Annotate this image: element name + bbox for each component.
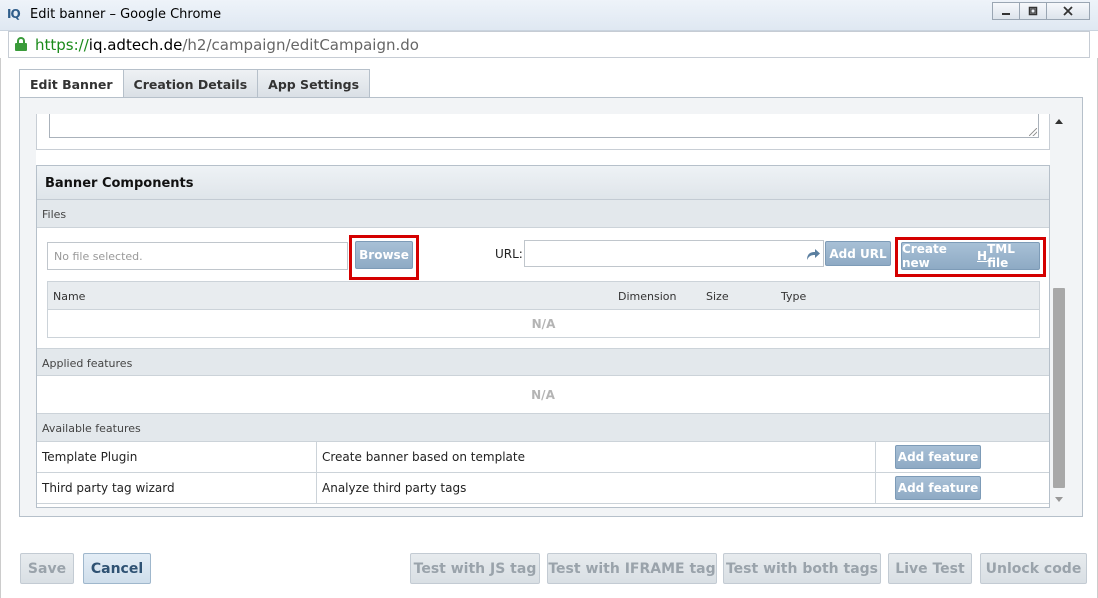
feature-description: Analyze third party tags (317, 473, 876, 503)
browse-button[interactable]: Browse (355, 241, 413, 269)
col-dimension[interactable]: Dimension (618, 290, 676, 303)
test-iframe-tag-button[interactable]: Test with IFRAME tag (547, 553, 717, 584)
window-titlebar: IQ Edit banner – Google Chrome (0, 0, 1098, 31)
url-path: /h2/campaign/editCampaign.do (182, 36, 419, 54)
files-table-wrap: Name Dimension Size Type N/A (37, 281, 1049, 348)
vertical-scrollbar[interactable] (1052, 114, 1066, 508)
url-text[interactable]: https://iq.adtech.de/h2/campaign/editCam… (35, 36, 419, 54)
files-row: No file selected. Browse URL: Add URL Cr… (37, 228, 1049, 281)
tab-app-settings[interactable]: App Settings (257, 69, 371, 98)
tab-panel: Banner Components Files No file selected… (19, 97, 1083, 517)
applied-features-body: N/A (37, 376, 1049, 414)
feature-row: Template Plugin Create banner based on t… (37, 442, 1049, 473)
redo-arrow-icon[interactable] (805, 247, 821, 261)
col-name[interactable]: Name (53, 290, 85, 303)
close-icon[interactable] (1046, 2, 1090, 20)
save-button[interactable]: Save (20, 553, 74, 584)
url-host: iq.adtech.de (88, 36, 183, 54)
applied-empty-text: N/A (531, 388, 555, 402)
col-type[interactable]: Type (781, 290, 806, 303)
url-scheme: https:// (35, 36, 89, 54)
scroll-down-icon[interactable] (1055, 497, 1063, 502)
app-logo-icon: IQ (7, 7, 21, 21)
scroll-area: Banner Components Files No file selected… (36, 114, 1050, 508)
create-html-label-accesskey: H (977, 249, 988, 263)
scroll-up-icon[interactable] (1055, 119, 1063, 124)
tab-creation-details[interactable]: Creation Details (122, 69, 259, 98)
create-html-label-pre: Create new (902, 242, 947, 270)
lock-icon (15, 37, 27, 51)
unlock-code-button[interactable]: Unlock code (980, 553, 1087, 584)
minimize-icon[interactable] (992, 2, 1020, 20)
address-bar[interactable]: https://iq.adtech.de/h2/campaign/editCam… (8, 31, 1090, 58)
files-table-header: Name Dimension Size Type (48, 282, 1039, 310)
tab-bar: Edit Banner Creation Details App Setting… (19, 69, 371, 99)
feature-name: Third party tag wizard (37, 473, 317, 503)
url-input[interactable] (524, 240, 824, 267)
tab-edit-banner[interactable]: Edit Banner (19, 69, 124, 99)
test-js-tag-button[interactable]: Test with JS tag (410, 553, 540, 584)
files-empty-text: N/A (531, 317, 556, 331)
feature-row: Third party tag wizard Analyze third par… (37, 473, 1049, 504)
feature-description: Create banner based on template (317, 442, 876, 472)
banner-components-section: Banner Components Files No file selected… (36, 165, 1050, 508)
create-html-file-button[interactable]: Create new H TML file (901, 242, 1040, 270)
banner-components-title: Banner Components (37, 166, 1049, 200)
file-input[interactable]: No file selected. (47, 242, 348, 270)
files-table: Name Dimension Size Type N/A (47, 281, 1040, 338)
add-feature-button[interactable]: Add feature (895, 445, 981, 469)
test-both-tags-button[interactable]: Test with both tags (723, 553, 881, 584)
feature-name: Template Plugin (37, 442, 317, 472)
files-label: Files (37, 200, 1049, 228)
window-title: Edit banner – Google Chrome (30, 7, 222, 22)
applied-features-label: Applied features (37, 348, 1049, 376)
window-controls (992, 2, 1090, 20)
add-url-button[interactable]: Add URL (825, 241, 891, 266)
create-html-label-post: TML file (987, 242, 1015, 270)
description-section (36, 114, 1050, 150)
restore-icon[interactable] (1019, 2, 1047, 20)
add-feature-button[interactable]: Add feature (895, 476, 981, 500)
col-size[interactable]: Size (706, 290, 729, 303)
live-test-button[interactable]: Live Test (888, 553, 972, 584)
url-label: URL: (495, 247, 523, 261)
cancel-button[interactable]: Cancel (83, 553, 151, 584)
description-textarea[interactable] (49, 114, 1039, 138)
edit-banner-dialog: Edit Banner Creation Details App Setting… (0, 58, 1098, 598)
available-features-label: Available features (37, 414, 1049, 442)
resize-grip-icon[interactable] (1029, 128, 1037, 136)
scroll-thumb[interactable] (1053, 288, 1065, 488)
